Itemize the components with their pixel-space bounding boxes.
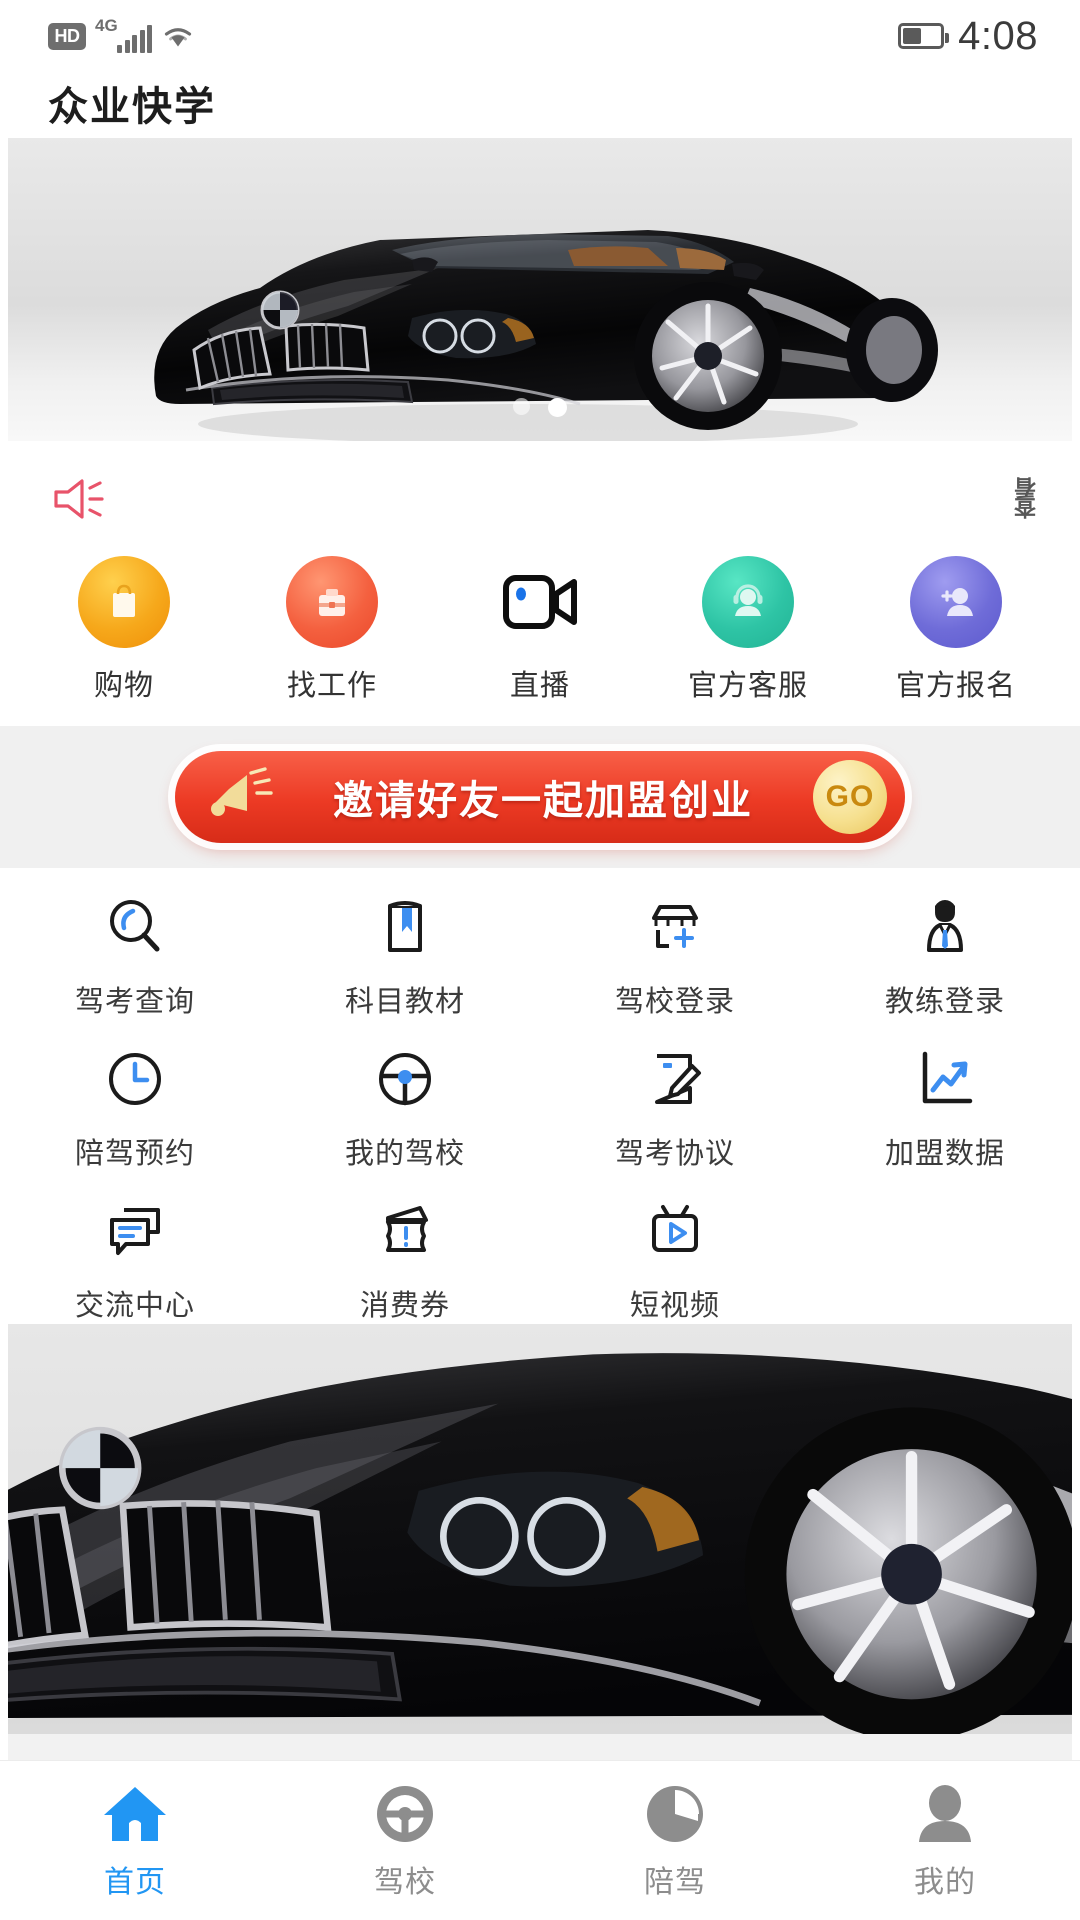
app-root: HD 4G 4:08 众业快学 查看 购物 找工作 直播 官方客服 官方报名 邀…: [0, 0, 1080, 1920]
banner-bottom-strip: [8, 1734, 1072, 1760]
app-header: 众业快学: [0, 72, 1080, 134]
bottom-promo-banner[interactable]: [8, 1324, 1072, 1760]
feature-item-label: 消费券: [359, 1290, 450, 1322]
feature-item-my-school[interactable]: 我的驾校: [270, 1046, 540, 1172]
quick-item-label: 找工作: [286, 670, 377, 702]
notice-more-label[interactable]: 查看: [1014, 479, 1039, 519]
quick-item-label: 官方客服: [687, 670, 808, 702]
steering-wheel-icon: [372, 1046, 438, 1112]
feature-item-coupon[interactable]: 消费券: [270, 1198, 540, 1324]
feature-item-label: 短视频: [629, 1290, 720, 1322]
tab-label: 首页: [104, 1866, 166, 1899]
feature-grid: 驾考查询 科目教材 驾校登录 教练登录 陪驾预约 我的驾校 驾考协议 加盟数据 …: [0, 894, 1080, 1324]
clock-icon: [102, 1046, 168, 1112]
quick-item-support[interactable]: 官方客服: [658, 556, 838, 704]
invite-banner-text: 邀请好友一起加盟创业: [333, 779, 753, 823]
tab-profile[interactable]: 我的: [810, 1779, 1080, 1901]
feature-item-exam-agreement[interactable]: 驾考协议: [540, 1046, 810, 1172]
feature-item-label: 驾考协议: [614, 1138, 735, 1170]
chat-bubbles-icon: [102, 1198, 168, 1264]
feature-item-accompany-booking[interactable]: 陪驾预约: [0, 1046, 270, 1172]
megaphone-icon: [211, 767, 273, 816]
feature-item-coach-login[interactable]: 教练登录: [810, 894, 1080, 1020]
feature-item-label: 我的驾校: [344, 1138, 465, 1170]
home-icon: [100, 1779, 170, 1849]
hd-badge-icon: HD: [48, 22, 86, 50]
steering-wheel-icon: [370, 1779, 440, 1849]
quick-item-shopping[interactable]: 购物: [34, 556, 214, 704]
carousel-dots[interactable]: [8, 398, 1072, 417]
carousel-dot-active[interactable]: [548, 398, 567, 417]
quick-access-row: 购物 找工作 直播 官方客服 官方报名: [0, 556, 1080, 726]
quick-item-label: 官方报名: [895, 670, 1016, 702]
notice-bar[interactable]: 查看: [0, 441, 1080, 556]
quick-item-label: 购物: [93, 670, 154, 702]
tab-home[interactable]: 首页: [0, 1779, 270, 1901]
carousel-dot[interactable]: [513, 398, 530, 415]
signal-bars-icon: 4G: [95, 16, 152, 53]
invite-banner-section: 邀请好友一起加盟创业 GO: [0, 726, 1080, 868]
tab-label: 我的: [914, 1866, 976, 1899]
magnifier-icon: [102, 894, 168, 960]
shop-plus-icon: [642, 894, 708, 960]
bottom-banner-image: [8, 1324, 1072, 1760]
quick-item-jobs[interactable]: 找工作: [242, 556, 422, 704]
status-bar-right: 4:08: [898, 14, 1038, 59]
coupon-icon: [372, 1198, 438, 1264]
feature-item-label: 加盟数据: [884, 1138, 1005, 1170]
invite-banner[interactable]: 邀请好友一起加盟创业 GO: [175, 751, 905, 843]
page-title: 众业快学: [48, 85, 216, 129]
tab-driving-school[interactable]: 驾校: [270, 1779, 540, 1901]
feature-item-exam-query[interactable]: 驾考查询: [0, 894, 270, 1020]
quick-item-register[interactable]: 官方报名: [866, 556, 1046, 704]
video-camera-icon: [494, 556, 586, 648]
feature-item-franchise-data[interactable]: 加盟数据: [810, 1046, 1080, 1172]
tab-label: 驾校: [374, 1866, 436, 1899]
person-tie-icon: [912, 894, 978, 960]
person-icon: [910, 1779, 980, 1849]
signal-bars-glyph: [117, 25, 152, 53]
feature-item-label: 驾校登录: [614, 986, 735, 1018]
feature-item-school-login[interactable]: 驾校登录: [540, 894, 810, 1020]
feature-item-community[interactable]: 交流中心: [0, 1198, 270, 1324]
wifi-icon: [164, 28, 192, 47]
add-user-icon: [910, 556, 1002, 648]
document-pen-icon: [642, 1046, 708, 1112]
battery-icon: [898, 23, 950, 49]
trend-chart-icon: [912, 1046, 978, 1112]
quick-item-label: 直播: [509, 670, 570, 702]
status-bar: HD 4G 4:08: [0, 0, 1080, 72]
feature-item-label: 驾考查询: [74, 986, 195, 1018]
feature-item-label: 交流中心: [74, 1290, 195, 1322]
feature-grid-section: 驾考查询 科目教材 驾校登录 教练登录 陪驾预约 我的驾校 驾考协议 加盟数据 …: [0, 868, 1080, 1324]
shopping-bag-icon: [78, 556, 170, 648]
feature-item-label: 陪驾预约: [74, 1138, 195, 1170]
carousel-slide-image: [8, 138, 1072, 441]
feature-item-short-video[interactable]: 短视频: [540, 1198, 810, 1324]
network-type-label: 4G: [95, 16, 118, 35]
status-time: 4:08: [958, 13, 1038, 58]
invite-go-button[interactable]: GO: [813, 760, 887, 834]
tab-accompany-drive[interactable]: 陪驾: [540, 1779, 810, 1901]
hero-carousel[interactable]: [8, 138, 1072, 441]
tv-play-icon: [642, 1198, 708, 1264]
quick-item-live[interactable]: 直播: [450, 556, 630, 704]
megaphone-icon: [54, 478, 104, 519]
briefcase-icon: [286, 556, 378, 648]
status-bar-left: HD 4G: [48, 16, 195, 53]
feature-item-materials[interactable]: 科目教材: [270, 894, 540, 1020]
book-bookmark-icon: [372, 894, 438, 960]
bottom-tab-bar: 首页 驾校 陪驾 我的: [0, 1760, 1080, 1920]
feature-item-label: 教练登录: [884, 986, 1005, 1018]
gauge-icon: [640, 1779, 710, 1849]
feature-item-label: 科目教材: [344, 986, 465, 1018]
tab-label: 陪驾: [644, 1866, 706, 1899]
headset-support-icon: [702, 556, 794, 648]
